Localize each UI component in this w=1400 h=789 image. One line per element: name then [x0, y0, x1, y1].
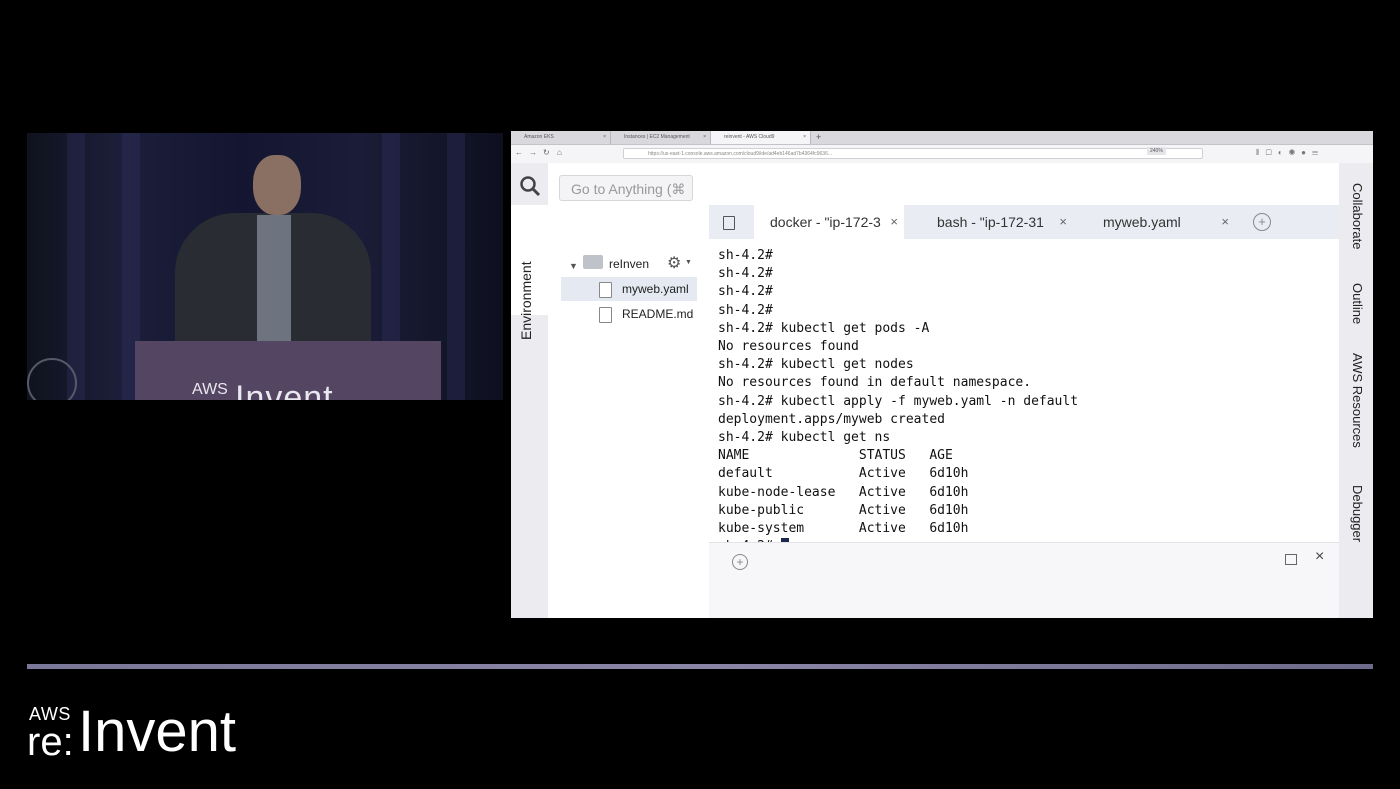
close-icon[interactable]: ×: [1059, 205, 1067, 239]
close-icon[interactable]: ×: [603, 131, 606, 144]
curtain: [67, 133, 85, 400]
terminal-line: No resources found: [718, 339, 859, 355]
url-bar: ← → ↻ ⌂ https://us-east-1.console.aws.am…: [511, 145, 1373, 164]
speaker-head: [253, 155, 301, 215]
terminal-line: sh-4.2# kubectl get pods -A: [718, 320, 930, 336]
back-icon[interactable]: ←: [515, 148, 523, 157]
screen-share: Amazon EKS × Instances | EC2 Management × …: [511, 131, 1373, 618]
terminal-line: sh-4.2#: [718, 266, 773, 282]
collaborate-tab[interactable]: Collaborate: [1350, 183, 1365, 250]
tree-file-label: myweb.yaml: [622, 282, 689, 296]
maximize-icon[interactable]: [1285, 554, 1297, 565]
reload-icon[interactable]: ↻: [543, 148, 550, 157]
terminal-line: sh-4.2#: [718, 248, 773, 263]
browser-tab-label: Amazon EKS: [524, 134, 554, 140]
terminal-line: deployment.apps/myweb created: [718, 411, 945, 427]
editor-tabbar: docker - "ip-172-3 × bash - "ip-172-31 × m…: [709, 205, 1339, 239]
brand-invent: Invent: [78, 699, 236, 764]
terminal-line: kube-node-lease Active 6d10h: [718, 484, 969, 500]
toolbar-icons[interactable]: ⦀▢◐◉●☰: [1256, 148, 1324, 158]
environment-label: Environment: [518, 261, 534, 340]
zoom-badge[interactable]: 240%: [1147, 147, 1166, 155]
file-icon: [599, 281, 612, 298]
terminal-line: sh-4.2# kubectl get ns: [718, 430, 891, 446]
terminal[interactable]: sh-4.2# sh-4.2# sh-4.2# sh-4.2# sh-4.2# kube…: [709, 239, 1339, 554]
tree-file[interactable]: myweb.yaml: [561, 277, 697, 301]
tree-file[interactable]: README.md: [599, 302, 693, 326]
curtain: [447, 133, 465, 400]
environment-tab[interactable]: Environment: [511, 205, 548, 340]
terminal-line: sh-4.2# kubectl apply -f myweb.yaml -n d…: [718, 393, 1079, 409]
speaker-video: AWS Invent: [27, 133, 503, 400]
podium-logo-invent: Invent: [235, 379, 334, 400]
outline-tab[interactable]: Outline: [1350, 283, 1365, 324]
debugger-tab[interactable]: Debugger: [1350, 485, 1365, 542]
editor-tab-docker[interactable]: docker - "ip-172-3 ×: [754, 205, 904, 239]
terminal-line: No resources found in default namespace.: [718, 375, 1032, 391]
terminal-line: sh-4.2# kubectl get nodes: [718, 357, 914, 373]
tree-file-label: README.md: [622, 307, 694, 321]
add-icon[interactable]: +: [732, 554, 748, 570]
tree-root-folder[interactable]: reInven: [609, 252, 649, 276]
new-tab-icon[interactable]: +: [816, 131, 821, 144]
close-icon[interactable]: ×: [803, 131, 806, 144]
editor-tab-bash[interactable]: bash - "ip-172-31 ×: [921, 205, 1073, 239]
browser-tab-label: Instances | EC2 Management: [624, 134, 690, 140]
editor-tab-label: docker - "ip-172-3: [770, 214, 881, 230]
goto-anything-input[interactable]: Go to Anything (⌘: [559, 175, 693, 201]
left-rail: Environment: [511, 163, 548, 618]
close-icon[interactable]: ×: [1315, 548, 1324, 566]
browser-tab[interactable]: Amazon EKS ×: [511, 131, 611, 144]
aws-resources-tab[interactable]: AWS Resources: [1350, 353, 1365, 448]
new-file-icon[interactable]: [723, 216, 735, 230]
gear-icon[interactable]: ⚙: [667, 253, 681, 273]
cloud9-ide: Environment Go to Anything (⌘ ▼ reInven …: [511, 163, 1373, 618]
editor-tab-label: bash - "ip-172-31: [937, 214, 1044, 230]
terminal-line: default Active 6d10h: [718, 466, 969, 482]
browser-tab-label: reinvent - AWS Cloud9: [724, 134, 775, 140]
home-icon[interactable]: ⌂: [557, 148, 562, 157]
file-icon: [599, 306, 612, 323]
terminal-output: sh-4.2# sh-4.2# sh-4.2# sh-4.2# sh-4.2# kube…: [718, 247, 1078, 556]
forward-icon[interactable]: →: [529, 148, 537, 157]
brand-re: re:: [27, 720, 74, 764]
chevron-down-icon[interactable]: ▼: [685, 259, 692, 266]
divider: [27, 664, 1373, 669]
terminal-line: NAME STATUS AGE: [718, 448, 953, 464]
browser-tab-active[interactable]: reinvent - AWS Cloud9 ×: [711, 131, 811, 144]
close-icon[interactable]: ×: [890, 205, 898, 239]
close-icon[interactable]: ×: [1221, 205, 1229, 239]
add-tab-icon[interactable]: +: [1253, 213, 1271, 231]
speaker-shirt: [257, 215, 291, 345]
editor-tab-myweb[interactable]: myweb.yaml ×: [1087, 205, 1235, 239]
browser-tabbar: Amazon EKS × Instances | EC2 Management × …: [511, 131, 1373, 145]
right-rail: Collaborate Outline AWS Resources Debugg…: [1339, 163, 1373, 618]
caret-down-icon[interactable]: ▼: [569, 261, 578, 271]
search-icon[interactable]: [519, 175, 541, 197]
close-icon[interactable]: ×: [703, 131, 706, 144]
url-input[interactable]: https://us-east-1.console.aws.amazon.com…: [623, 148, 1203, 159]
editor-tab-label: myweb.yaml: [1103, 214, 1181, 230]
terminal-line: sh-4.2#: [718, 302, 773, 318]
terminal-line: kube-public Active 6d10h: [718, 502, 969, 518]
terminal-line: kube-system Active 6d10h: [718, 521, 969, 537]
mic-stand: [27, 358, 77, 400]
browser-tab[interactable]: Instances | EC2 Management ×: [611, 131, 711, 144]
podium-logo-aws: AWS: [192, 381, 228, 398]
terminal-bottom-panel: + ×: [709, 542, 1339, 618]
folder-icon: [583, 255, 603, 269]
terminal-line: sh-4.2#: [718, 284, 773, 300]
